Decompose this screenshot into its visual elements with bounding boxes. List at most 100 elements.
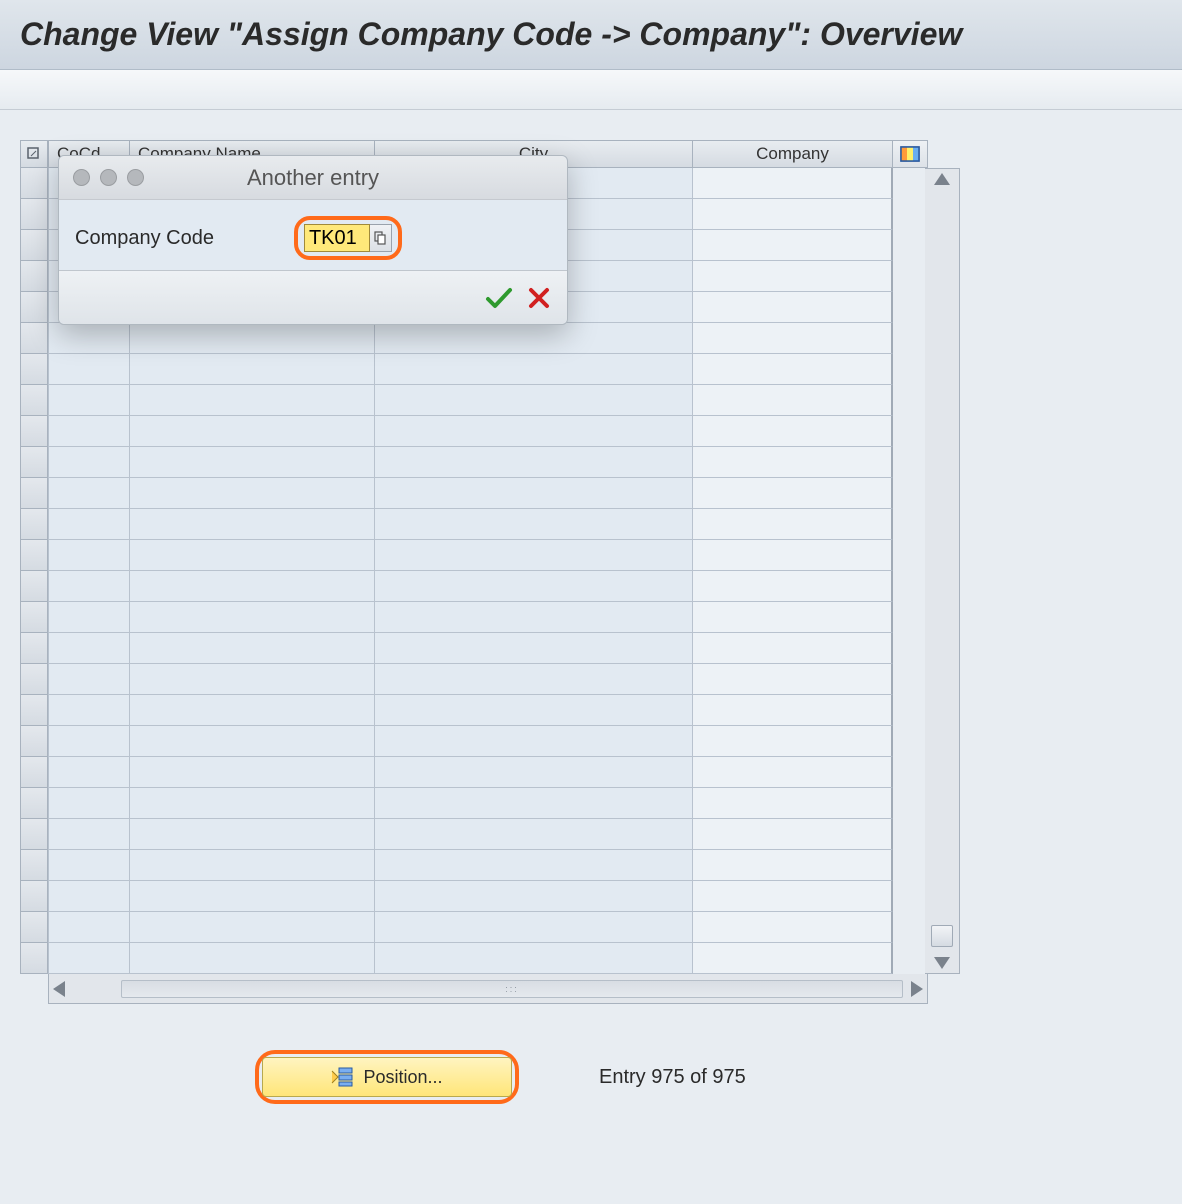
cell-company-name[interactable] bbox=[130, 540, 375, 571]
cell-cocd[interactable] bbox=[48, 323, 130, 354]
cell-cocd[interactable] bbox=[48, 416, 130, 447]
cell-company-name[interactable] bbox=[130, 571, 375, 602]
cell-city[interactable] bbox=[375, 602, 693, 633]
cell-company-name[interactable] bbox=[130, 416, 375, 447]
cell-cocd[interactable] bbox=[48, 478, 130, 509]
scroll-up-icon[interactable] bbox=[934, 173, 950, 185]
cell-company[interactable] bbox=[693, 757, 893, 788]
cell-cocd[interactable] bbox=[48, 788, 130, 819]
row-selector[interactable] bbox=[20, 633, 48, 664]
row-selector[interactable] bbox=[20, 323, 48, 354]
cell-company-name[interactable] bbox=[130, 912, 375, 943]
row-selector[interactable] bbox=[20, 199, 48, 230]
cell-company[interactable] bbox=[693, 416, 893, 447]
dialog-titlebar[interactable]: Another entry bbox=[59, 156, 567, 200]
cell-cocd[interactable] bbox=[48, 695, 130, 726]
row-selector[interactable] bbox=[20, 695, 48, 726]
cell-company-name[interactable] bbox=[130, 354, 375, 385]
cell-company-name[interactable] bbox=[130, 602, 375, 633]
window-minimize-dot[interactable] bbox=[100, 169, 117, 186]
cell-city[interactable] bbox=[375, 943, 693, 974]
table-configure-button[interactable] bbox=[893, 140, 928, 168]
company-code-input[interactable] bbox=[304, 224, 370, 252]
cell-cocd[interactable] bbox=[48, 571, 130, 602]
cell-city[interactable] bbox=[375, 819, 693, 850]
window-zoom-dot[interactable] bbox=[127, 169, 144, 186]
row-selector[interactable] bbox=[20, 788, 48, 819]
cell-cocd[interactable] bbox=[48, 850, 130, 881]
cell-city[interactable] bbox=[375, 695, 693, 726]
cell-company[interactable] bbox=[693, 199, 893, 230]
cell-company[interactable] bbox=[693, 912, 893, 943]
cell-city[interactable] bbox=[375, 354, 693, 385]
cell-company[interactable] bbox=[693, 509, 893, 540]
cell-company[interactable] bbox=[693, 478, 893, 509]
cell-city[interactable] bbox=[375, 664, 693, 695]
cell-cocd[interactable] bbox=[48, 447, 130, 478]
cell-company-name[interactable] bbox=[130, 726, 375, 757]
cell-company-name[interactable] bbox=[130, 881, 375, 912]
cell-cocd[interactable] bbox=[48, 509, 130, 540]
row-selector[interactable] bbox=[20, 230, 48, 261]
cell-company[interactable] bbox=[693, 447, 893, 478]
cell-company[interactable] bbox=[693, 602, 893, 633]
cell-cocd[interactable] bbox=[48, 354, 130, 385]
cell-company[interactable] bbox=[693, 323, 893, 354]
row-selector[interactable] bbox=[20, 912, 48, 943]
cell-city[interactable] bbox=[375, 509, 693, 540]
cell-city[interactable] bbox=[375, 912, 693, 943]
cell-company-name[interactable] bbox=[130, 633, 375, 664]
cell-company[interactable] bbox=[693, 261, 893, 292]
cell-company-name[interactable] bbox=[130, 385, 375, 416]
column-header-company[interactable]: Company bbox=[693, 140, 893, 168]
cell-company-name[interactable] bbox=[130, 323, 375, 354]
hscroll-track[interactable]: ::: bbox=[121, 980, 903, 998]
row-selector[interactable] bbox=[20, 447, 48, 478]
cell-company[interactable] bbox=[693, 540, 893, 571]
row-selector[interactable] bbox=[20, 478, 48, 509]
cell-company[interactable] bbox=[693, 664, 893, 695]
row-selector[interactable] bbox=[20, 943, 48, 974]
cell-city[interactable] bbox=[375, 757, 693, 788]
cell-cocd[interactable] bbox=[48, 881, 130, 912]
scroll-down-icon[interactable] bbox=[934, 957, 950, 969]
cell-cocd[interactable] bbox=[48, 602, 130, 633]
cell-company[interactable] bbox=[693, 230, 893, 261]
cell-company-name[interactable] bbox=[130, 695, 375, 726]
row-selector[interactable] bbox=[20, 664, 48, 695]
cell-company[interactable] bbox=[693, 881, 893, 912]
cancel-button[interactable] bbox=[527, 286, 551, 310]
row-selector[interactable] bbox=[20, 850, 48, 881]
row-selector[interactable] bbox=[20, 385, 48, 416]
cell-city[interactable] bbox=[375, 726, 693, 757]
cell-city[interactable] bbox=[375, 788, 693, 819]
row-selector[interactable] bbox=[20, 540, 48, 571]
cell-company[interactable] bbox=[693, 633, 893, 664]
cell-cocd[interactable] bbox=[48, 757, 130, 788]
cell-cocd[interactable] bbox=[48, 912, 130, 943]
row-selector[interactable] bbox=[20, 602, 48, 633]
cell-company[interactable] bbox=[693, 168, 893, 199]
cell-city[interactable] bbox=[375, 416, 693, 447]
scroll-right-icon[interactable] bbox=[911, 981, 923, 997]
cell-company[interactable] bbox=[693, 695, 893, 726]
cell-company-name[interactable] bbox=[130, 819, 375, 850]
cell-cocd[interactable] bbox=[48, 664, 130, 695]
cell-company-name[interactable] bbox=[130, 509, 375, 540]
cell-city[interactable] bbox=[375, 478, 693, 509]
row-selector[interactable] bbox=[20, 509, 48, 540]
scroll-left-icon[interactable] bbox=[53, 981, 65, 997]
cell-cocd[interactable] bbox=[48, 726, 130, 757]
cell-cocd[interactable] bbox=[48, 819, 130, 850]
cell-city[interactable] bbox=[375, 850, 693, 881]
row-selector[interactable] bbox=[20, 416, 48, 447]
select-all-button[interactable] bbox=[20, 140, 48, 168]
cell-company-name[interactable] bbox=[130, 850, 375, 881]
cell-company-name[interactable] bbox=[130, 757, 375, 788]
cell-company-name[interactable] bbox=[130, 664, 375, 695]
cell-city[interactable] bbox=[375, 881, 693, 912]
value-help-button[interactable] bbox=[370, 224, 392, 252]
cell-company-name[interactable] bbox=[130, 788, 375, 819]
cell-company[interactable] bbox=[693, 788, 893, 819]
cell-company[interactable] bbox=[693, 571, 893, 602]
